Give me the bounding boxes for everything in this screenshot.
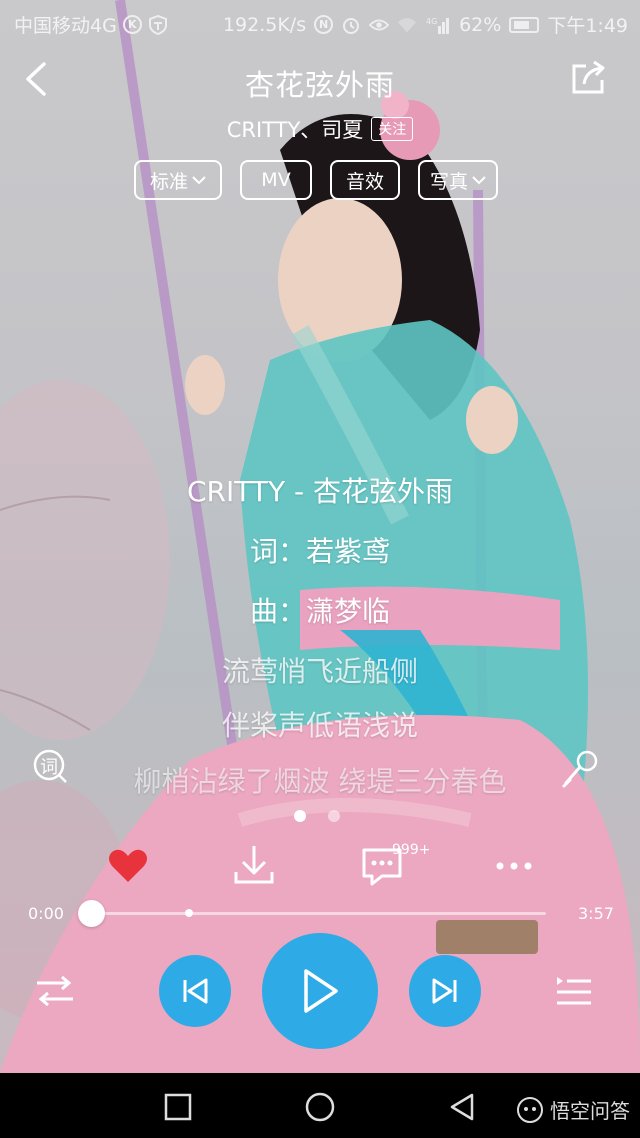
- skip-next-icon: [432, 978, 457, 1004]
- playlist-icon: [557, 977, 591, 1005]
- wukong-logo-icon: [517, 1096, 543, 1123]
- song-title: 杏花弦外雨: [244, 68, 395, 102]
- quality-label: 标准: [149, 170, 188, 193]
- seek-thumb[interactable]: [78, 900, 105, 927]
- like-button[interactable]: [104, 842, 152, 890]
- more-icon: [496, 862, 532, 870]
- lyric-line: CRITTY - 杏花弦外雨: [187, 475, 453, 508]
- carrier-label: 中国移动4G: [14, 15, 117, 37]
- microphone-icon: [562, 750, 598, 788]
- watermark: 悟空问答: [516, 1095, 630, 1124]
- chevron-down-icon: [192, 176, 206, 185]
- lyric-line: 曲：潇梦临: [249, 595, 390, 628]
- option-pills: 标准 MV 音效 写真: [0, 160, 640, 200]
- lyric-line: 流莺悄飞近船侧: [221, 655, 418, 688]
- square-icon: [164, 1093, 192, 1121]
- home-button[interactable]: [300, 1087, 340, 1127]
- shuffle-icon: [37, 975, 73, 1007]
- status-bar: 中国移动4G K 192.5K/s N 4G 62% 下午1:49: [0, 0, 640, 44]
- elapsed-time: 0:00: [28, 904, 64, 923]
- chevron-down-icon: [472, 176, 486, 185]
- previous-button[interactable]: [159, 955, 231, 1027]
- network-speed: 192.5K/s: [222, 13, 307, 36]
- sound-effect-button[interactable]: 音效: [330, 160, 400, 200]
- mv-button[interactable]: MV: [240, 160, 312, 200]
- karaoke-button[interactable]: [560, 748, 600, 788]
- page-dot: [294, 810, 306, 822]
- next-button[interactable]: [409, 955, 481, 1027]
- artist-name[interactable]: CRITTY、司夏: [227, 114, 364, 144]
- signal-icon: 4G: [425, 15, 451, 35]
- share-icon: [572, 60, 605, 94]
- watermark-label: 悟空问答: [550, 1099, 630, 1123]
- lyric-button-label: 词: [40, 757, 58, 778]
- lyric-line: 词：若紫鸢: [249, 535, 390, 568]
- quality-dropdown[interactable]: 标准: [134, 160, 222, 200]
- mv-label: MV: [261, 169, 291, 191]
- battery-percent: 62%: [459, 13, 502, 36]
- sound-effect-label: 音效: [345, 170, 384, 193]
- heart-icon: [109, 849, 147, 882]
- photo-dropdown[interactable]: 写真: [418, 160, 498, 200]
- lyric-line: 柳梢沾绿了烟波 绕堤三分春色: [133, 765, 507, 798]
- alarm-icon: [341, 15, 361, 35]
- triangle-back-icon: [450, 1093, 474, 1121]
- page-dot: [328, 810, 340, 822]
- playlist-button[interactable]: [554, 972, 594, 1010]
- k-icon: K: [122, 15, 142, 34]
- clock: 下午1:49: [547, 15, 628, 37]
- progress-track[interactable]: [92, 912, 546, 915]
- artist-row: CRITTY、司夏 关注: [0, 114, 640, 144]
- system-back-button[interactable]: [442, 1087, 482, 1127]
- page-indicator: [294, 810, 340, 822]
- shield-icon: [148, 14, 168, 35]
- download-button[interactable]: [230, 842, 278, 890]
- lyric-line: 伴桨声低语浅说: [221, 709, 418, 742]
- photo-label: 写真: [429, 170, 468, 193]
- buffer-marker: [185, 909, 193, 917]
- play-button[interactable]: [262, 933, 378, 1049]
- skip-previous-icon: [183, 978, 208, 1004]
- battery-icon: [509, 16, 540, 33]
- wifi-icon: [397, 15, 417, 35]
- download-icon: [234, 846, 274, 884]
- comment-count-badge: 999+: [392, 842, 431, 858]
- lyric-search-button[interactable]: 词: [32, 748, 68, 784]
- total-duration: 3:57: [578, 904, 614, 923]
- system-navigation-bar: 悟空问答: [0, 1073, 640, 1138]
- circle-icon: [305, 1092, 335, 1122]
- more-button[interactable]: [490, 842, 538, 890]
- data-saver-icon: N: [314, 15, 334, 34]
- eye-icon: [369, 15, 390, 35]
- play-icon: [304, 969, 338, 1013]
- recent-apps-button[interactable]: [158, 1087, 198, 1127]
- svg-text:4G: 4G: [426, 17, 437, 26]
- share-button[interactable]: [570, 60, 608, 96]
- shuffle-button[interactable]: [34, 972, 76, 1010]
- follow-button[interactable]: 关注: [371, 117, 414, 141]
